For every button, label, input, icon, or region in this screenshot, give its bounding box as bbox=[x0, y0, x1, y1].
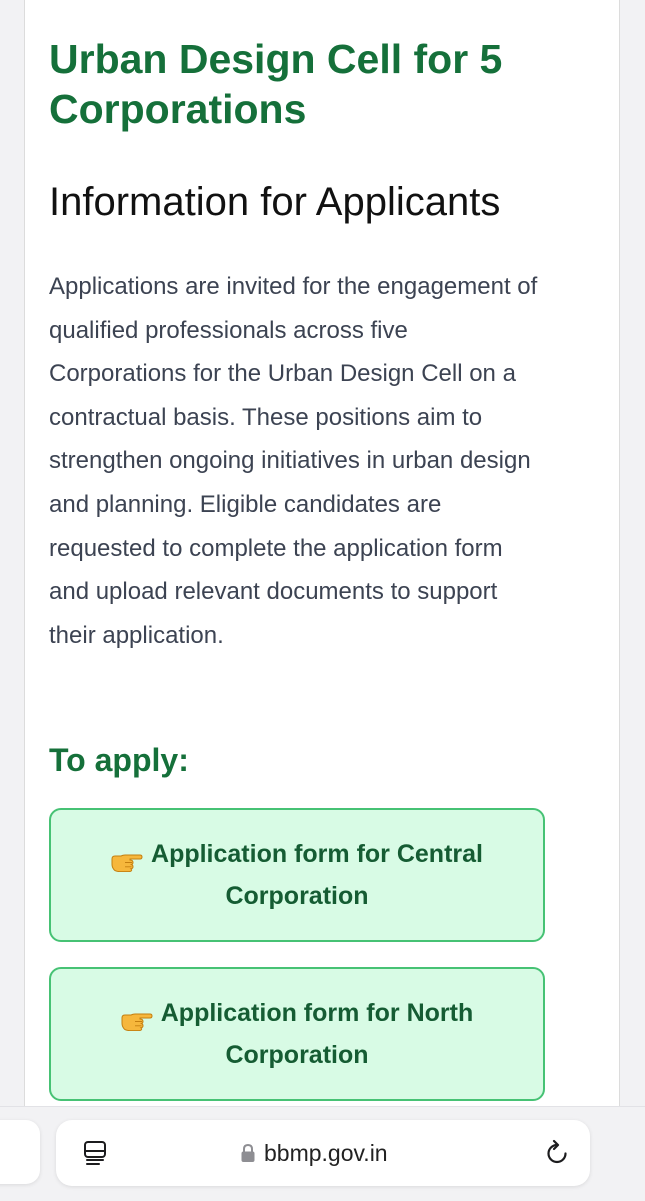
reload-icon[interactable] bbox=[544, 1139, 570, 1167]
page: Urban Design Cell for 5 Corporations Inf… bbox=[0, 0, 645, 1201]
description-text: Applications are invited for the engagem… bbox=[49, 273, 538, 649]
link-label[interactable]: Application form for North Corporation bbox=[161, 999, 473, 1069]
apply-heading: To apply: bbox=[49, 742, 189, 778]
url-text[interactable]: bbmp.gov.in bbox=[264, 1139, 388, 1167]
pointing-hand-icon bbox=[121, 1002, 153, 1032]
north-corporation-application-link[interactable]: Application form for North Corporation bbox=[49, 967, 545, 1101]
lock-icon bbox=[240, 1143, 256, 1163]
address-bar[interactable]: bbmp.gov.in bbox=[56, 1120, 590, 1186]
reader-mode-icon[interactable] bbox=[82, 1140, 108, 1166]
link-label[interactable]: Application form for Central Corporation bbox=[151, 840, 483, 910]
previous-tab-card[interactable] bbox=[0, 1120, 40, 1184]
central-corporation-application-link[interactable]: Application form for Central Corporation bbox=[49, 808, 545, 942]
pointing-hand-icon bbox=[111, 843, 143, 873]
section-heading: Information for Applicants bbox=[49, 180, 501, 224]
page-title: Urban Design Cell for 5 Corporations bbox=[49, 36, 503, 132]
